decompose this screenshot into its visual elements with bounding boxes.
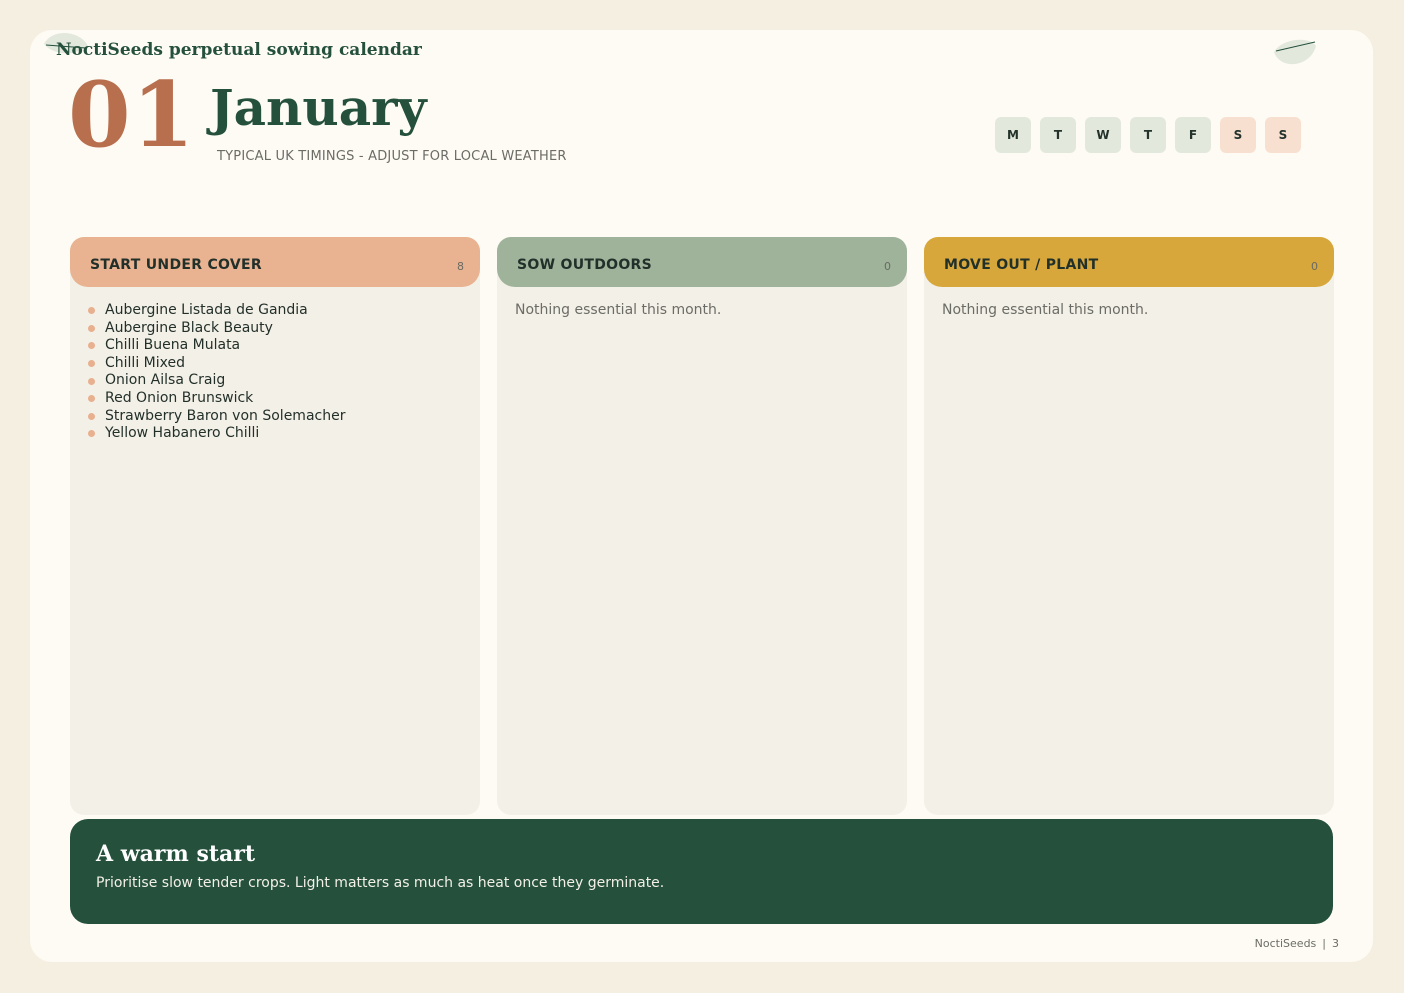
task-columns: START UNDER COVER 8 Aubergine Listada de…	[70, 237, 1334, 815]
bullet-dot	[88, 307, 95, 315]
weekday-sunday: S	[1265, 117, 1301, 153]
item-label: Chilli Mixed	[105, 354, 185, 371]
weekday-monday: M	[995, 117, 1031, 153]
column-title: SOW OUTDOORS	[517, 257, 653, 273]
item-label: Chilli Buena Mulata	[105, 337, 241, 354]
footer-brand: NoctiSeeds	[1254, 937, 1317, 950]
column-move-out-plant: MOVE OUT / PLANT 0 Nothing essential thi…	[924, 237, 1334, 815]
weekday-saturday: S	[1220, 117, 1256, 153]
column-title: START UNDER COVER	[90, 257, 262, 273]
column-count: 0	[884, 259, 891, 273]
list-item: Yellow Habanero Chilli	[88, 425, 462, 443]
item-label: Red Onion Brunswick	[105, 389, 254, 406]
tip-banner: A warm start Prioritise slow tender crop…	[70, 819, 1333, 924]
empty-message: Nothing essential this month.	[515, 302, 722, 318]
list-item: Chilli Buena Mulata	[88, 337, 462, 355]
bullet-dot	[88, 324, 95, 332]
column-start-under-cover: START UNDER COVER 8 Aubergine Listada de…	[70, 237, 480, 815]
item-label: Strawberry Baron von Solemacher	[105, 407, 346, 424]
list-item: Aubergine Black Beauty	[88, 320, 462, 338]
column-header: MOVE OUT / PLANT 0	[924, 237, 1334, 287]
item-label: Onion Ailsa Craig	[105, 372, 226, 389]
bullet-dot	[88, 395, 95, 403]
brand-title: NoctiSeeds perpetual sowing calendar	[56, 40, 422, 60]
item-label: Aubergine Black Beauty	[105, 319, 273, 336]
weekday-wednesday: W	[1085, 117, 1121, 153]
column-body: Nothing essential this month.	[924, 287, 1334, 335]
page-footer: NoctiSeeds | 3	[1255, 937, 1339, 950]
month-number: 01	[68, 62, 196, 168]
list-item: Strawberry Baron von Solemacher	[88, 408, 462, 426]
column-count: 0	[1311, 259, 1318, 273]
empty-message: Nothing essential this month.	[942, 302, 1149, 318]
item-label: Aubergine Listada de Gandia	[105, 302, 308, 318]
tip-body: Prioritise slow tender crops. Light matt…	[96, 875, 665, 891]
calendar-page: NoctiSeeds perpetual sowing calendar 01 …	[30, 30, 1373, 962]
column-count: 8	[457, 259, 464, 273]
weekday-thursday: T	[1130, 117, 1166, 153]
column-body: Aubergine Listada de Gandia Aubergine Bl…	[70, 287, 480, 458]
column-body: Nothing essential this month.	[497, 287, 907, 335]
weekday-tuesday: T	[1040, 117, 1076, 153]
bullet-dot	[88, 377, 95, 385]
month-name: January	[210, 78, 427, 137]
bullet-dot	[88, 412, 95, 420]
column-title: MOVE OUT / PLANT	[944, 257, 1099, 273]
month-subtitle: TYPICAL UK TIMINGS - ADJUST FOR LOCAL WE…	[217, 149, 567, 164]
item-label: Yellow Habanero Chilli	[105, 425, 260, 442]
bullet-dot	[88, 430, 95, 438]
leaf-icon	[1274, 39, 1316, 65]
column-sow-outdoors: SOW OUTDOORS 0 Nothing essential this mo…	[497, 237, 907, 815]
item-list: Aubergine Listada de Gandia Aubergine Bl…	[88, 302, 462, 443]
bullet-dot	[88, 342, 95, 350]
footer-separator: |	[1322, 937, 1326, 950]
bullet-dot	[88, 360, 95, 368]
weekday-strip: M T W T F S S	[995, 117, 1301, 153]
tip-title: A warm start	[96, 841, 256, 867]
column-header: START UNDER COVER 8	[70, 237, 480, 287]
list-item: Onion Ailsa Craig	[88, 372, 462, 390]
page-number: 3	[1332, 937, 1339, 950]
list-item: Chilli Mixed	[88, 355, 462, 373]
list-item: Aubergine Listada de Gandia	[88, 302, 462, 320]
weekday-friday: F	[1175, 117, 1211, 153]
column-header: SOW OUTDOORS 0	[497, 237, 907, 287]
list-item: Red Onion Brunswick	[88, 390, 462, 408]
